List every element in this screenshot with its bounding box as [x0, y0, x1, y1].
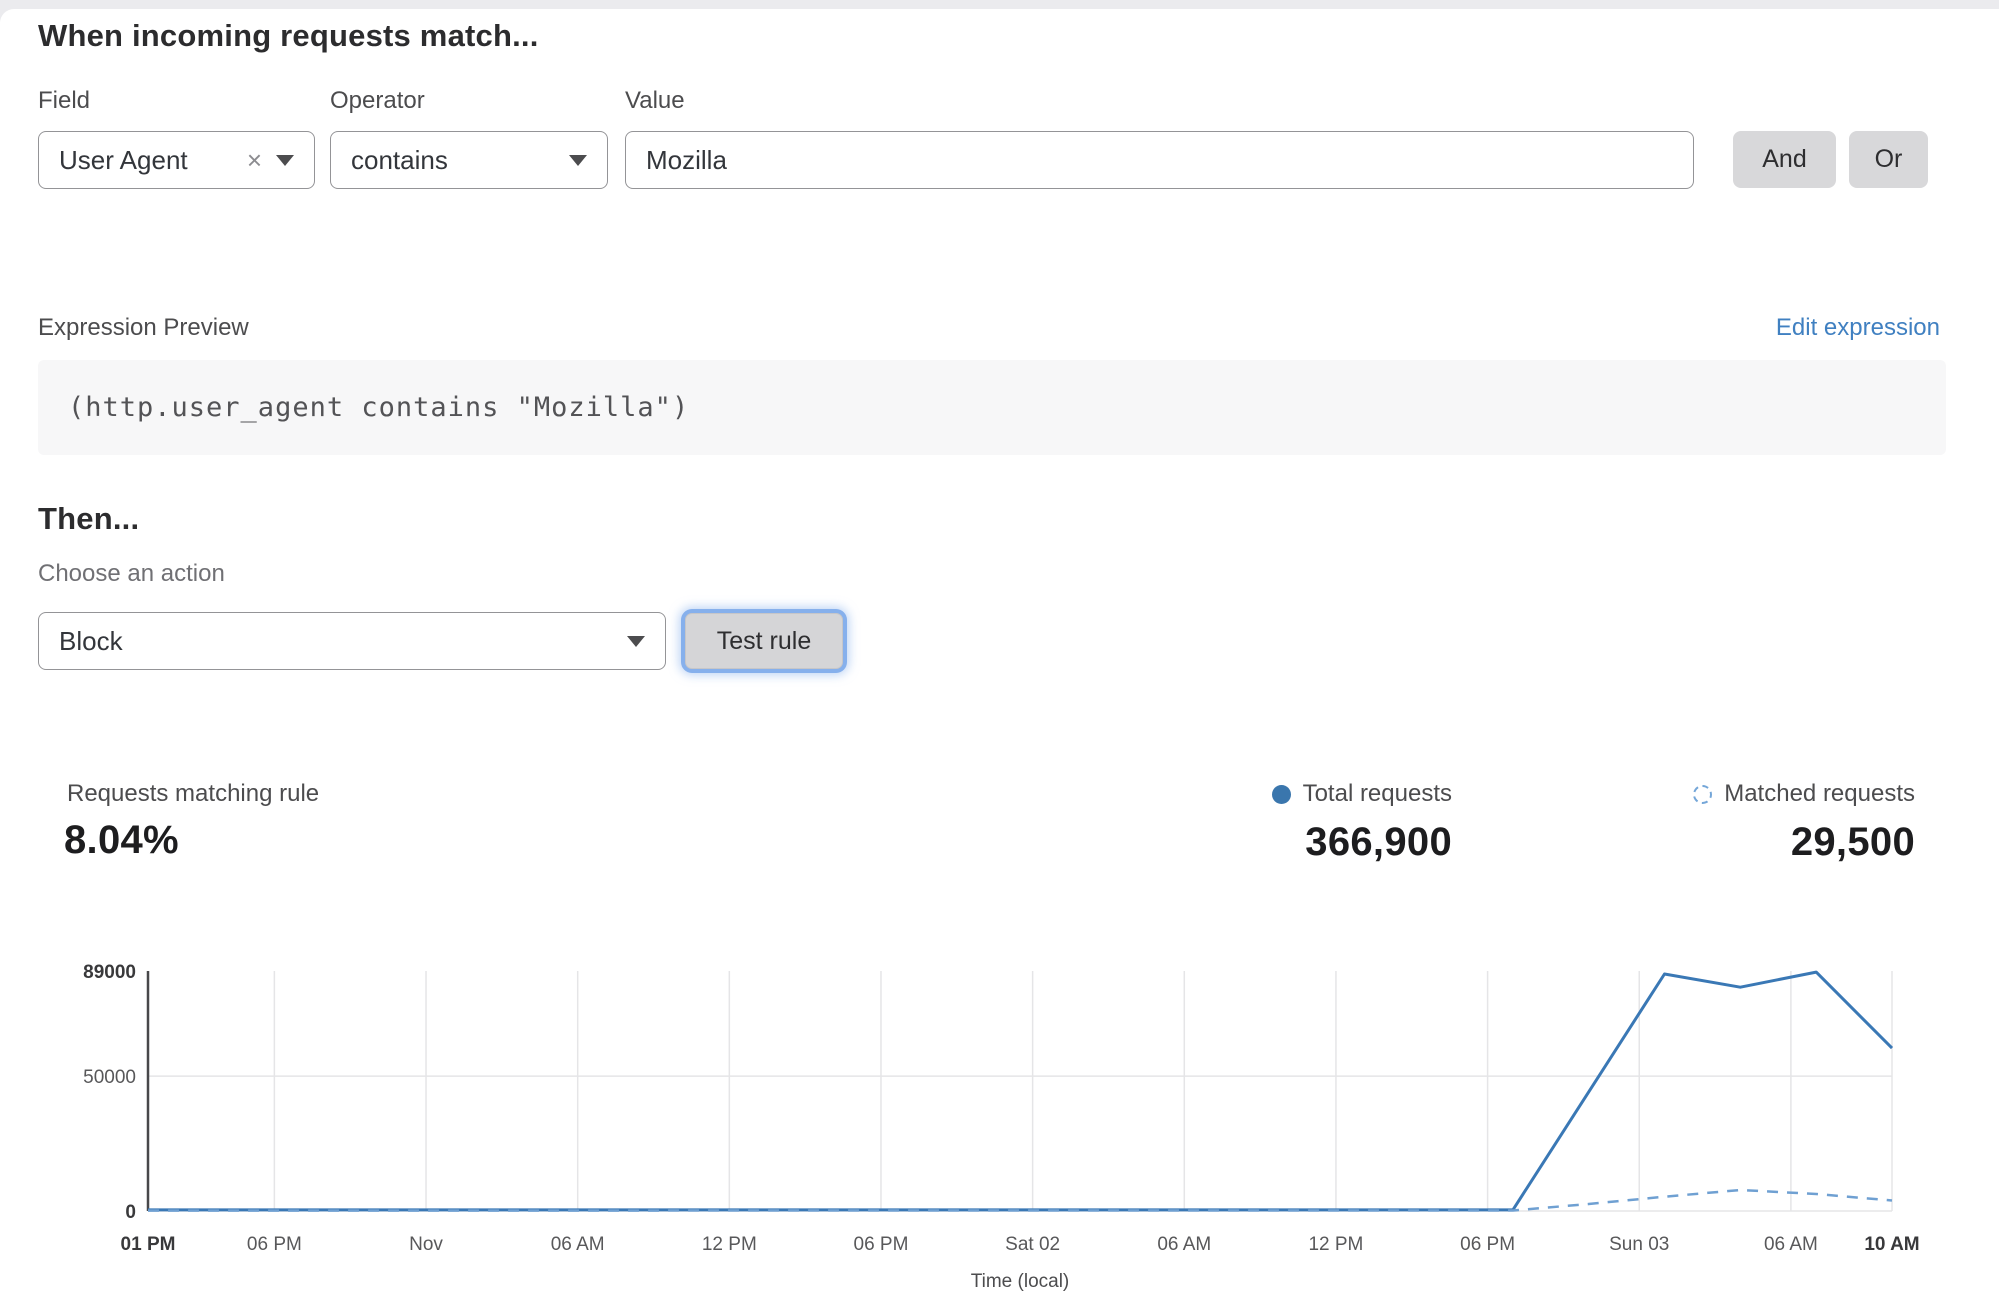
chart-x-tick-label: 01 PM: [121, 1234, 176, 1255]
then-heading: Then...: [38, 501, 139, 537]
chart-x-tick-label: 06 PM: [1460, 1234, 1515, 1255]
matched-requests-legend-circle-icon: [1693, 785, 1712, 804]
total-requests-legend-dot-icon: [1272, 785, 1291, 804]
expression-code: (http.user_agent contains "Mozilla"): [38, 392, 689, 423]
content-card: When incoming requests match... Field Op…: [0, 9, 1999, 1295]
chart-series-total-line: [148, 972, 1892, 1210]
chart-x-tick-label: 06 PM: [854, 1234, 909, 1255]
matching-rule-label: Requests matching rule: [67, 780, 319, 808]
total-requests-stat: Total requests 366,900: [1272, 780, 1452, 865]
edit-expression-link[interactable]: Edit expression: [1776, 314, 1940, 342]
value-input-wrap: [625, 131, 1694, 189]
chart-x-tick-label: Sun 03: [1609, 1234, 1669, 1255]
total-requests-label: Total requests: [1303, 780, 1452, 808]
matched-requests-stat: Matched requests 29,500: [1693, 780, 1915, 865]
and-button[interactable]: And: [1733, 131, 1836, 188]
chart-x-tick-label: 10 AM: [1864, 1234, 1919, 1255]
choose-action-label: Choose an action: [38, 560, 225, 588]
field-select-value: User Agent: [59, 145, 239, 176]
field-select[interactable]: User Agent ×: [38, 131, 315, 189]
field-label: Field: [38, 87, 90, 115]
chart-y-tick-label: 89000: [83, 962, 136, 983]
or-button[interactable]: Or: [1849, 131, 1928, 188]
expression-preview-label: Expression Preview: [38, 314, 249, 342]
operator-label: Operator: [330, 87, 425, 115]
chart-x-tick-label: 06 AM: [1764, 1234, 1818, 1255]
page-title: When incoming requests match...: [38, 18, 539, 54]
expression-preview-box: (http.user_agent contains "Mozilla"): [38, 360, 1946, 455]
chevron-down-icon: [276, 155, 294, 166]
chart-y-tick-label: 50000: [83, 1067, 136, 1088]
chevron-down-icon: [627, 636, 645, 647]
chevron-down-icon: [569, 155, 587, 166]
value-input[interactable]: [646, 145, 1673, 176]
chart-x-tick-label: 06 AM: [551, 1234, 605, 1255]
requests-chart: 0 50000 89000 01 PM 06 PM Nov 06 AM 12 PM 06 PM S…: [0, 930, 1999, 1295]
chart-x-tick-label: 12 PM: [1308, 1234, 1363, 1255]
value-label: Value: [625, 87, 685, 115]
chart-x-tick-label: Nov: [409, 1234, 443, 1255]
operator-select-value: contains: [351, 145, 569, 176]
clear-field-icon[interactable]: ×: [239, 147, 276, 173]
chart-x-axis-title: Time (local): [971, 1271, 1070, 1292]
chart-x-tick-label: Sat 02: [1005, 1234, 1060, 1255]
chart-x-tick-label: 06 PM: [247, 1234, 302, 1255]
total-requests-value: 366,900: [1272, 820, 1452, 865]
matched-requests-value: 29,500: [1693, 820, 1915, 865]
chart-x-tick-label: 06 AM: [1157, 1234, 1211, 1255]
action-select[interactable]: Block: [38, 612, 666, 670]
operator-select[interactable]: contains: [330, 131, 608, 189]
chart-x-tick-label: 12 PM: [702, 1234, 757, 1255]
action-select-value: Block: [59, 626, 627, 657]
test-rule-button[interactable]: Test rule: [685, 613, 843, 669]
matched-requests-label: Matched requests: [1724, 780, 1915, 808]
matching-rule-value: 8.04%: [64, 818, 179, 863]
firewall-rule-editor: When incoming requests match... Field Op…: [0, 0, 1999, 1295]
chart-series-matched-line: [148, 1190, 1892, 1211]
chart-y-tick-label: 0: [125, 1202, 136, 1223]
